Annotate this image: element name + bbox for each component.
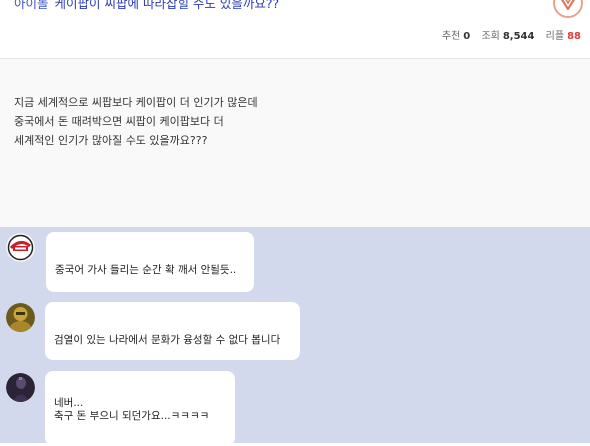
post-header: 아이돌 케이팝이 씨팝에 따라잡힐 수도 있을까요?? 추천 0 조회 8,544 리…	[0, 0, 590, 58]
comment-text: 축구 돈 부으니 되던가요...ㅋㅋㅋㅋ	[54, 410, 210, 422]
post-stats: 추천 0 조회 8,544 리플 88	[442, 27, 581, 42]
recommend-label: 추천	[441, 31, 461, 42]
views-count: 8,544	[502, 31, 535, 42]
site-logo-icon[interactable]	[553, 0, 583, 18]
comment-bubble: 검열이 있는 나라에서 문화가 융성할 수 없다 봅니다	[45, 302, 300, 360]
body-line: 지금 세계적으로 씨팝보다 케이팝이 더 인기가 많은데	[14, 96, 258, 109]
views-label: 조회	[481, 31, 500, 42]
comment-text: 검열이 있는 나라에서 문화가 융성할 수 없다 봅니다	[54, 334, 281, 346]
recommend-count: 0	[463, 31, 471, 42]
avatar[interactable]	[6, 373, 35, 402]
golden-armor-character-icon	[6, 303, 35, 332]
avatar[interactable]	[6, 233, 35, 262]
comment-text: 네버...	[54, 397, 84, 409]
comment-text: 중국어 가사 들리는 순간 확 깨서 안될듯..	[55, 264, 237, 276]
avatar[interactable]	[6, 303, 35, 332]
body-line: 중국에서 돈 때려박으면 씨팝이 케이팝보다 더	[14, 115, 224, 128]
dark-figure-portrait-icon	[6, 373, 35, 402]
body-line: 세계적인 인기가 많아질 수도 있을까요???	[14, 134, 208, 147]
comment-list: 중국어 가사 들리는 순간 확 깨서 안될듯.. 검열이 있는 나라에서 문화가…	[0, 227, 590, 446]
post-category[interactable]: 아이돌	[14, 0, 49, 11]
post-subject: 케이팝이 씨팝에 따라잡힐 수도 있을까요??	[54, 0, 280, 11]
replies-count[interactable]: 88	[567, 31, 581, 42]
post-title: 아이돌 케이팝이 씨팝에 따라잡힐 수도 있을까요??	[14, 0, 279, 13]
post-body: 지금 세계적으로 씨팝보다 케이팝이 더 인기가 많은데 중국에서 돈 때려박으…	[0, 59, 590, 227]
comment-bubble: 중국어 가사 들리는 순간 확 깨서 안될듯..	[46, 232, 254, 292]
replies-label: 리플	[545, 31, 565, 42]
baseball-team-logo-icon	[6, 233, 35, 262]
comment-bubble: 네버... 축구 돈 부으니 되던가요...ㅋㅋㅋㅋ	[45, 371, 235, 446]
post-body-text: 지금 세계적으로 씨팝보다 케이팝이 더 인기가 많은데 중국에서 돈 때려박으…	[14, 93, 258, 150]
